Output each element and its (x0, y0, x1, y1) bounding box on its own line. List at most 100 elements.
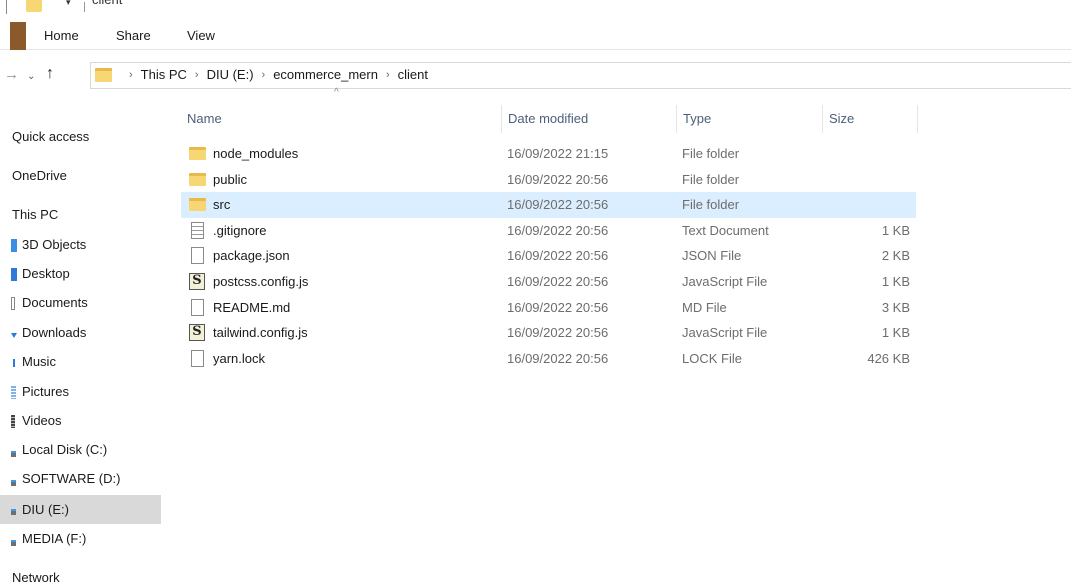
drive-icon (11, 509, 16, 515)
sidebar-item-label: DIU (E:) (22, 502, 69, 517)
navigation-bar: → ⌄ ↑ › This PC › DIU (E:) › ecommerce_m… (0, 58, 1071, 94)
desktop-icon (11, 268, 17, 281)
quick-access-toolbar-icon[interactable] (6, 0, 10, 14)
file-list: node_modules 16/09/2022 21:15 File folde… (181, 141, 916, 371)
file-row[interactable]: package.json 16/09/2022 20:56 JSON File … (181, 243, 916, 269)
file-size: 1 KB (881, 273, 910, 289)
sidebar-item-software-d[interactable]: SOFTWARE (D:) (0, 466, 161, 492)
breadcrumb-chevron-icon[interactable]: › (386, 69, 390, 81)
sidebar-item-downloads[interactable]: Downloads (0, 320, 161, 346)
breadcrumb-diu-e[interactable]: DIU (E:) (207, 67, 254, 82)
drive-icon (11, 540, 16, 546)
column-header-name[interactable]: Name (181, 105, 498, 133)
tab-view[interactable]: View (187, 28, 215, 43)
file-size (822, 141, 910, 167)
sidebar-item-desktop[interactable]: Desktop (0, 261, 161, 287)
pictures-icon (11, 386, 16, 399)
file-size: 3 KB (881, 299, 910, 315)
file-row[interactable]: src 16/09/2022 20:56 File folder (181, 192, 916, 218)
file-type: JavaScript File (682, 273, 768, 289)
column-header-size[interactable]: Size (822, 105, 918, 133)
file-type: MD File (682, 299, 727, 315)
file-date-modified: 16/09/2022 20:56 (507, 197, 609, 213)
forward-arrow-icon[interactable]: → (4, 66, 19, 84)
sidebar-item-network[interactable]: Network (0, 565, 161, 588)
file-type: LOCK File (682, 350, 742, 366)
file-name: README.md (213, 299, 291, 315)
sort-ascending-icon: ^ (334, 87, 339, 98)
title-separator (84, 2, 85, 12)
tab-home[interactable]: Home (44, 28, 79, 43)
file-row[interactable]: README.md 16/09/2022 20:56 MD File 3 KB (181, 295, 916, 321)
recent-locations-chevron-icon[interactable]: ⌄ (27, 68, 35, 86)
file-name: src (213, 197, 231, 213)
file-size (822, 167, 910, 193)
sidebar-item-quick-access[interactable]: Quick access (0, 124, 161, 150)
drive-icon (11, 480, 16, 486)
customize-toolbar-icon[interactable]: ▾ (66, 0, 71, 8)
file-date-modified: 16/09/2022 20:56 (507, 222, 609, 238)
music-icon (11, 356, 17, 369)
file-date-modified: 16/09/2022 20:56 (507, 350, 609, 366)
file-type: File folder (682, 197, 740, 213)
folder-icon (95, 68, 112, 82)
sidebar-item-this-pc[interactable]: This PC (0, 202, 161, 228)
file-type: JSON File (682, 248, 742, 264)
address-bar[interactable]: › This PC › DIU (E:) › ecommerce_mern › … (90, 62, 1071, 89)
sidebar-item-diu-e[interactable]: DIU (E:) (0, 495, 161, 524)
file-tab[interactable] (10, 22, 26, 50)
breadcrumb-this-pc[interactable]: This PC (141, 67, 187, 82)
sidebar-item-media-f[interactable]: MEDIA (F:) (0, 526, 161, 552)
file-name: .gitignore (213, 222, 267, 238)
title-bar: ▾ client (0, 0, 1071, 20)
file-type: File folder (682, 171, 740, 187)
sidebar-item-videos[interactable]: Videos (0, 408, 161, 434)
file-icon (191, 298, 204, 316)
file-icon (191, 247, 204, 265)
file-row[interactable]: yarn.lock 16/09/2022 20:56 LOCK File 426… (181, 346, 916, 372)
file-date-modified: 16/09/2022 20:56 (507, 299, 609, 315)
tab-share[interactable]: Share (116, 28, 151, 43)
sidebar-item-onedrive[interactable]: OneDrive (0, 163, 161, 189)
breadcrumb-chevron-icon[interactable]: › (129, 69, 133, 81)
column-header-date-modified[interactable]: Date modified (501, 105, 674, 133)
ribbon: Home Share View (0, 22, 1071, 50)
file-row[interactable]: node_modules 16/09/2022 21:15 File folde… (181, 141, 916, 167)
sidebar-item-label: Network (12, 570, 60, 585)
file-name: node_modules (213, 146, 299, 161)
sidebar-item-label: MEDIA (F:) (22, 531, 87, 546)
folder-icon (26, 0, 42, 12)
file-row[interactable]: S tailwind.config.js 16/09/2022 20:56 Ja… (181, 320, 916, 346)
sidebar-item-label: Documents (22, 295, 88, 310)
navigation-pane: Quick access OneDrive This PC 3D Objects… (0, 94, 172, 588)
3d-objects-icon (11, 239, 17, 252)
sidebar-item-label: This PC (12, 207, 59, 222)
file-name: tailwind.config.js (213, 325, 308, 341)
file-size: 1 KB (881, 222, 910, 238)
file-name: public (213, 171, 247, 187)
breadcrumb-chevron-icon[interactable]: › (262, 69, 266, 81)
file-row[interactable]: public 16/09/2022 20:56 File folder (181, 167, 916, 193)
file-size: 2 KB (881, 248, 910, 264)
breadcrumb-ecommerce-mern[interactable]: ecommerce_mern (273, 67, 378, 82)
sidebar-item-documents[interactable]: Documents (0, 290, 161, 316)
file-type: File folder (682, 146, 740, 161)
sidebar-item-3d-objects[interactable]: 3D Objects (0, 232, 161, 258)
file-row[interactable]: .gitignore 16/09/2022 20:56 Text Documen… (181, 218, 916, 244)
file-size: 426 KB (867, 350, 910, 366)
sidebar-item-pictures[interactable]: Pictures (0, 379, 161, 405)
sidebar-item-label: Quick access (12, 129, 90, 144)
file-row[interactable]: S postcss.config.js 16/09/2022 20:56 Jav… (181, 269, 916, 295)
drive-icon (11, 451, 16, 457)
up-arrow-icon[interactable]: ↑ (46, 65, 54, 83)
sidebar-item-label: Pictures (22, 384, 69, 399)
sidebar-item-label: 3D Objects (22, 237, 87, 252)
sidebar-item-music[interactable]: Music (0, 349, 161, 375)
breadcrumb-chevron-icon[interactable]: › (195, 69, 199, 81)
file-date-modified: 16/09/2022 20:56 (507, 248, 609, 264)
breadcrumb-client[interactable]: client (398, 67, 428, 82)
text-file-icon (191, 221, 204, 239)
sidebar-item-local-disk-c[interactable]: Local Disk (C:) (0, 437, 161, 463)
column-header-type[interactable]: Type (676, 105, 820, 133)
file-type: JavaScript File (682, 325, 768, 341)
